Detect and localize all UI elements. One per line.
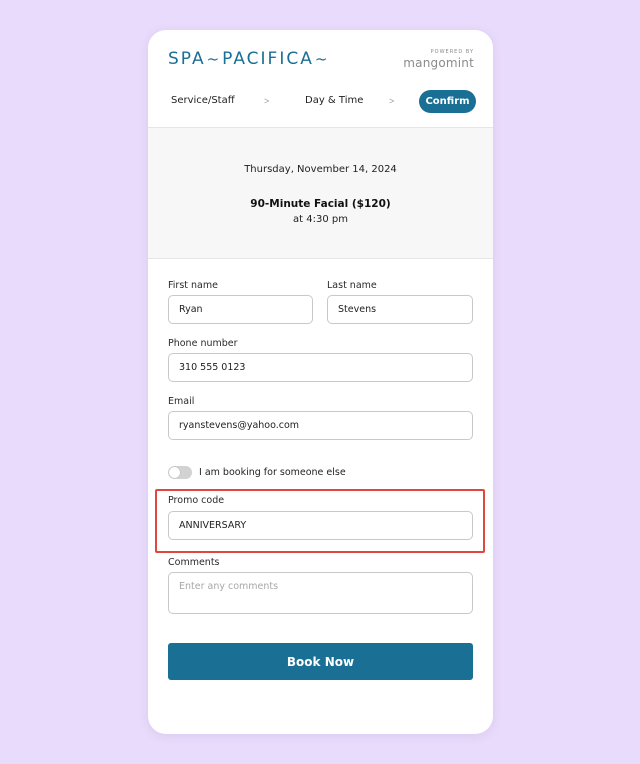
appointment-summary: Thursday, November 14, 2024 90-Minute Fa… <box>148 127 493 259</box>
booking-steps: Service/Staff > Day & Time > Confirm <box>148 90 493 114</box>
first-name-label: First name <box>168 280 218 291</box>
phone-field[interactable]: 310 555 0123 <box>168 353 473 382</box>
logo-wave-icon: ~ <box>206 50 222 68</box>
logo-text-pacifica: PACIFICA <box>222 49 314 69</box>
logo-wave-tail-icon: ~ <box>314 50 330 68</box>
email-label: Email <box>168 396 195 407</box>
step-separator: > <box>389 96 395 106</box>
appointment-time: at 4:30 pm <box>293 214 348 225</box>
toggle-knob <box>169 467 180 478</box>
appointment-service: 90-Minute Facial ($120) <box>250 198 391 210</box>
comments-label: Comments <box>168 557 220 568</box>
first-name-field[interactable]: Ryan <box>168 295 313 324</box>
step-separator: > <box>264 96 270 106</box>
powered-by-text: POWERED BY <box>430 49 474 55</box>
step-day-time[interactable]: Day & Time <box>305 95 363 106</box>
last-name-label: Last name <box>327 280 377 291</box>
booking-card: SPA ~ PACIFICA ~ POWERED BY mangomint Se… <box>148 30 493 734</box>
spa-pacifica-logo: SPA ~ PACIFICA ~ <box>168 49 330 69</box>
step-service-staff[interactable]: Service/Staff <box>171 95 235 106</box>
powered-by-mangomint: POWERED BY mangomint <box>403 49 474 70</box>
logo-text-spa: SPA <box>168 49 206 69</box>
promo-code-label: Promo code <box>168 495 225 506</box>
comments-field[interactable]: Enter any comments <box>168 572 473 614</box>
appointment-date: Thursday, November 14, 2024 <box>244 164 397 175</box>
email-field[interactable]: ryanstevens@yahoo.com <box>168 411 473 440</box>
booking-for-someone-else-label: I am booking for someone else <box>199 467 346 478</box>
mangomint-logo: mangomint <box>403 56 474 70</box>
book-now-button[interactable]: Book Now <box>168 643 473 680</box>
header: SPA ~ PACIFICA ~ POWERED BY mangomint Se… <box>148 30 493 127</box>
booking-for-someone-else-toggle[interactable] <box>168 466 192 479</box>
step-confirm[interactable]: Confirm <box>419 90 476 113</box>
promo-code-field[interactable]: ANNIVERSARY <box>168 511 473 540</box>
phone-label: Phone number <box>168 338 238 349</box>
last-name-field[interactable]: Stevens <box>327 295 473 324</box>
